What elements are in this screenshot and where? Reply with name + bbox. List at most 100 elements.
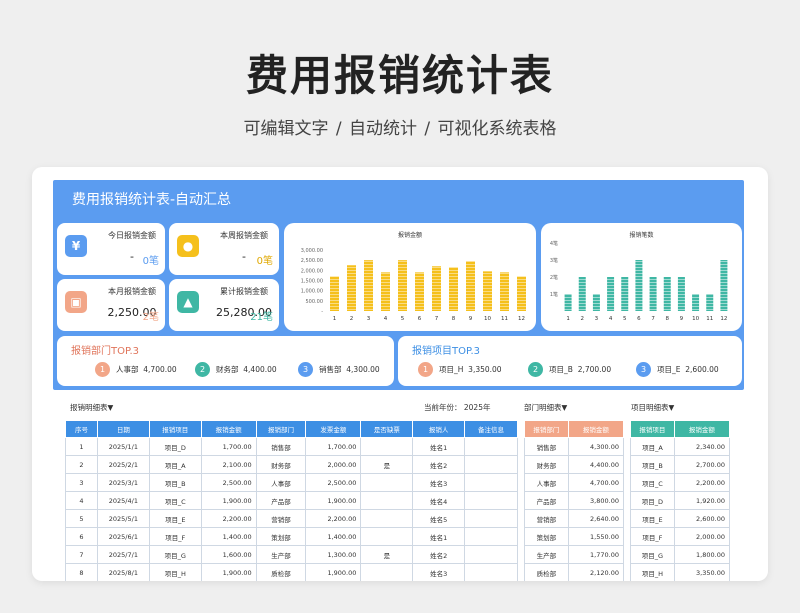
dept-cell[interactable]: 营销部 bbox=[524, 509, 569, 528]
detail-cell[interactable]: 策划部 bbox=[255, 527, 307, 546]
detail-cell[interactable]: 1,400.00 bbox=[305, 527, 362, 546]
dept-cell[interactable]: 3,800.00 bbox=[567, 491, 625, 510]
proj-cell[interactable]: 2,700.00 bbox=[673, 455, 731, 474]
detail-cell[interactable]: 2,200.00 bbox=[200, 509, 257, 528]
detail-cell[interactable]: 姓名1 bbox=[412, 527, 466, 546]
detail-cell[interactable] bbox=[360, 491, 414, 510]
detail-cell[interactable]: 人事部 bbox=[255, 473, 307, 492]
dept-cell[interactable]: 2,120.00 bbox=[567, 563, 625, 581]
detail-cell[interactable]: 姓名4 bbox=[412, 491, 466, 510]
dept-cell[interactable]: 质检部 bbox=[524, 563, 569, 581]
detail-cell[interactable]: 2025/3/1 bbox=[96, 473, 150, 492]
detail-cell[interactable]: 2025/8/1 bbox=[96, 563, 150, 581]
proj-detail-dropdown[interactable]: 项目明细表▼ bbox=[631, 402, 674, 413]
detail-cell[interactable] bbox=[360, 437, 414, 456]
proj-cell[interactable]: 2,000.00 bbox=[673, 527, 731, 546]
dept-cell[interactable]: 销售部 bbox=[524, 437, 569, 456]
detail-cell[interactable]: 1,400.00 bbox=[200, 527, 257, 546]
detail-dropdown[interactable]: 报销明细表▼ bbox=[70, 402, 113, 413]
detail-cell[interactable] bbox=[464, 437, 518, 456]
detail-cell[interactable] bbox=[360, 473, 414, 492]
detail-cell[interactable]: 姓名1 bbox=[412, 437, 466, 456]
detail-cell[interactable]: 2025/2/1 bbox=[96, 455, 150, 474]
dept-cell[interactable]: 人事部 bbox=[524, 473, 569, 492]
dept-cell[interactable]: 生产部 bbox=[524, 545, 569, 564]
detail-cell[interactable] bbox=[464, 491, 518, 510]
detail-cell[interactable]: 2025/7/1 bbox=[96, 545, 150, 564]
detail-cell[interactable]: 1 bbox=[65, 437, 98, 456]
detail-cell[interactable]: 8 bbox=[65, 563, 98, 581]
detail-cell[interactable]: 是 bbox=[360, 545, 414, 564]
detail-cell[interactable]: 财务部 bbox=[255, 455, 307, 474]
dept-cell[interactable]: 1,550.00 bbox=[567, 527, 625, 546]
detail-cell[interactable] bbox=[464, 545, 518, 564]
detail-cell[interactable]: 2,200.00 bbox=[305, 509, 362, 528]
detail-cell[interactable]: 产品部 bbox=[255, 491, 307, 510]
detail-cell[interactable]: 1,900.00 bbox=[200, 563, 257, 581]
detail-cell[interactable]: 2,000.00 bbox=[305, 455, 362, 474]
detail-cell[interactable]: 项目_A bbox=[148, 455, 202, 474]
detail-cell[interactable]: 2,100.00 bbox=[200, 455, 257, 474]
proj-cell[interactable]: 项目_D bbox=[630, 491, 675, 510]
detail-cell[interactable]: 2025/6/1 bbox=[96, 527, 150, 546]
dept-cell[interactable]: 4,400.00 bbox=[567, 455, 625, 474]
detail-cell[interactable] bbox=[464, 509, 518, 528]
dept-cell[interactable]: 1,770.00 bbox=[567, 545, 625, 564]
detail-cell[interactable]: 4 bbox=[65, 491, 98, 510]
detail-cell[interactable] bbox=[360, 527, 414, 546]
detail-cell[interactable]: 1,300.00 bbox=[305, 545, 362, 564]
detail-cell[interactable] bbox=[464, 527, 518, 546]
dept-cell[interactable]: 4,300.00 bbox=[567, 437, 625, 456]
detail-cell[interactable]: 质检部 bbox=[255, 563, 307, 581]
detail-cell[interactable]: 项目_B bbox=[148, 473, 202, 492]
proj-cell[interactable]: 2,200.00 bbox=[673, 473, 731, 492]
dept-cell[interactable]: 2,640.00 bbox=[567, 509, 625, 528]
detail-cell[interactable]: 项目_H bbox=[148, 563, 202, 581]
detail-cell[interactable]: 姓名3 bbox=[412, 563, 466, 581]
detail-cell[interactable]: 姓名2 bbox=[412, 455, 466, 474]
detail-cell[interactable]: 7 bbox=[65, 545, 98, 564]
detail-cell[interactable]: 1,900.00 bbox=[200, 491, 257, 510]
detail-cell[interactable]: 1,900.00 bbox=[305, 563, 362, 581]
detail-cell[interactable]: 生产部 bbox=[255, 545, 307, 564]
detail-cell[interactable]: 5 bbox=[65, 509, 98, 528]
detail-cell[interactable]: 2025/4/1 bbox=[96, 491, 150, 510]
detail-cell[interactable]: 2025/1/1 bbox=[96, 437, 150, 456]
proj-cell[interactable]: 项目_C bbox=[630, 473, 675, 492]
detail-cell[interactable]: 销售部 bbox=[255, 437, 307, 456]
proj-cell[interactable]: 项目_H bbox=[630, 563, 675, 581]
proj-cell[interactable]: 1,920.00 bbox=[673, 491, 731, 510]
proj-cell[interactable]: 项目_G bbox=[630, 545, 675, 564]
proj-cell[interactable]: 项目_A bbox=[630, 437, 675, 456]
detail-cell[interactable]: 2,500.00 bbox=[305, 473, 362, 492]
dept-cell[interactable]: 产品部 bbox=[524, 491, 569, 510]
detail-cell[interactable]: 2 bbox=[65, 455, 98, 474]
proj-cell[interactable]: 1,800.00 bbox=[673, 545, 731, 564]
detail-cell[interactable]: 1,700.00 bbox=[305, 437, 362, 456]
detail-cell[interactable]: 项目_G bbox=[148, 545, 202, 564]
proj-cell[interactable]: 2,340.00 bbox=[673, 437, 731, 456]
detail-cell[interactable]: 项目_F bbox=[148, 527, 202, 546]
detail-cell[interactable]: 2,500.00 bbox=[200, 473, 257, 492]
detail-cell[interactable]: 项目_D bbox=[148, 437, 202, 456]
dept-cell[interactable]: 财务部 bbox=[524, 455, 569, 474]
detail-cell[interactable] bbox=[464, 473, 518, 492]
proj-cell[interactable]: 项目_F bbox=[630, 527, 675, 546]
detail-cell[interactable]: 项目_E bbox=[148, 509, 202, 528]
proj-cell[interactable]: 项目_E bbox=[630, 509, 675, 528]
detail-cell[interactable]: 3 bbox=[65, 473, 98, 492]
detail-cell[interactable] bbox=[464, 455, 518, 474]
detail-cell[interactable]: 姓名2 bbox=[412, 545, 466, 564]
detail-cell[interactable] bbox=[464, 563, 518, 581]
detail-cell[interactable]: 姓名3 bbox=[412, 473, 466, 492]
detail-cell[interactable] bbox=[360, 563, 414, 581]
detail-cell[interactable]: 项目_C bbox=[148, 491, 202, 510]
detail-cell[interactable]: 姓名5 bbox=[412, 509, 466, 528]
detail-cell[interactable]: 2025/5/1 bbox=[96, 509, 150, 528]
detail-cell[interactable]: 1,700.00 bbox=[200, 437, 257, 456]
detail-cell[interactable]: 1,600.00 bbox=[200, 545, 257, 564]
proj-cell[interactable]: 2,600.00 bbox=[673, 509, 731, 528]
detail-cell[interactable]: 是 bbox=[360, 455, 414, 474]
detail-cell[interactable] bbox=[360, 509, 414, 528]
dept-cell[interactable]: 4,700.00 bbox=[567, 473, 625, 492]
